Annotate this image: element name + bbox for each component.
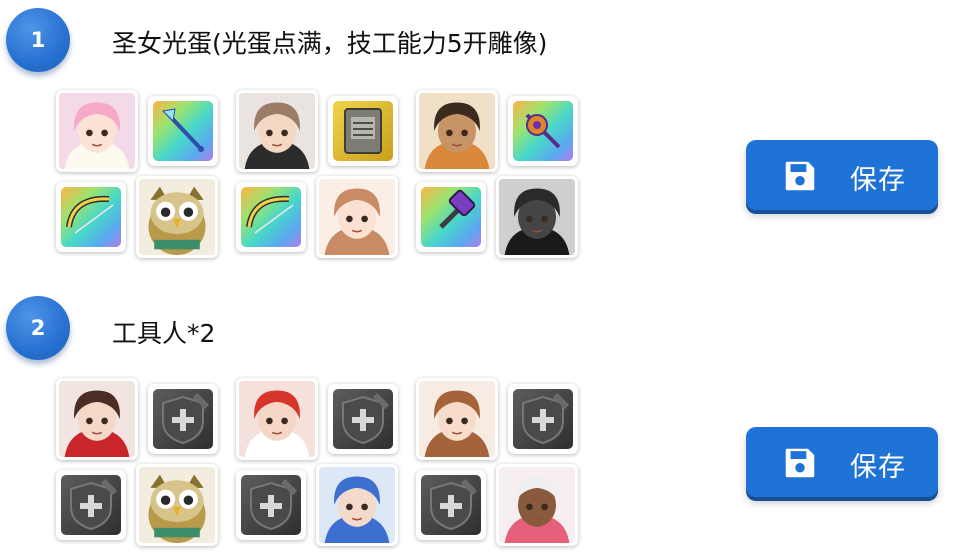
empty-shield-slot-icon[interactable] — [416, 470, 486, 540]
save-icon — [785, 448, 815, 478]
team-section-2: 2 工具人*2 保存 — [0, 0, 974, 559]
empty-shield-slot-icon[interactable] — [56, 470, 126, 540]
save-button-label: 保存 — [850, 452, 906, 483]
blue-hair-hero-portrait-icon[interactable] — [316, 464, 398, 546]
team-number-badge: 2 — [6, 296, 70, 360]
brown-hair-hero-portrait-icon[interactable] — [416, 378, 498, 460]
empty-shield-slot-icon[interactable] — [236, 470, 306, 540]
red-hair-hero-portrait-icon[interactable] — [236, 378, 318, 460]
empty-shield-slot-icon[interactable] — [148, 384, 218, 454]
team-title: 工具人*2 — [112, 319, 216, 348]
empty-shield-slot-icon[interactable] — [508, 384, 578, 454]
scarf-hero-portrait-icon[interactable] — [56, 378, 138, 460]
save-button[interactable]: 保存 — [746, 427, 938, 497]
empty-shield-slot-icon[interactable] — [328, 384, 398, 454]
owl-hero-portrait-icon[interactable] — [136, 464, 218, 546]
white-hair-hero-portrait-icon[interactable] — [496, 464, 578, 546]
